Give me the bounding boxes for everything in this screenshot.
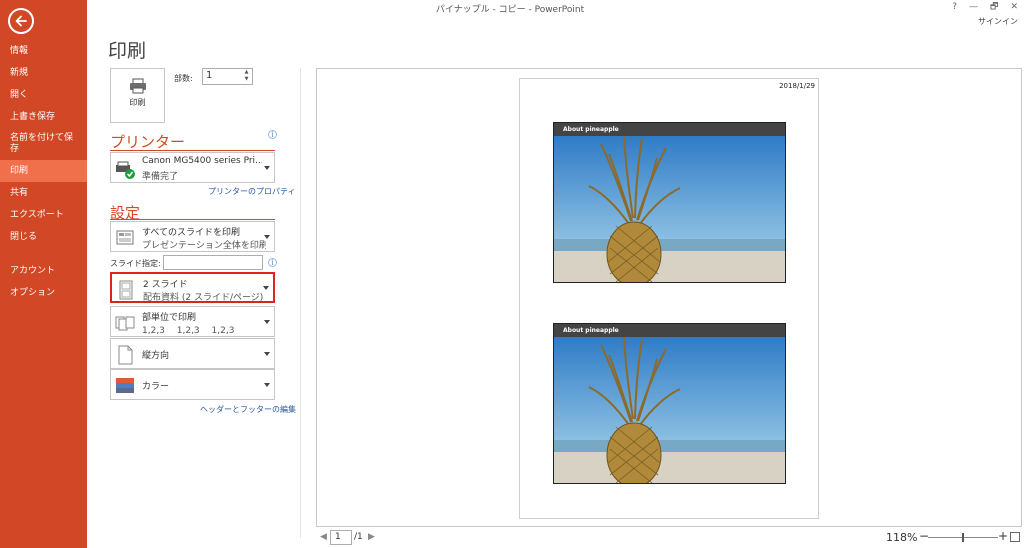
slide-spec-input[interactable] [163, 255, 263, 270]
print-preview: 2018/1/29 About pineapple About pineappl… [316, 68, 1022, 527]
printer-ready-icon [116, 161, 135, 179]
collate-icon [115, 316, 135, 331]
chevron-down-icon [264, 319, 270, 324]
printer-info-icon[interactable]: i [268, 130, 277, 139]
collate-title: 部単位で印刷 [142, 313, 197, 323]
nav-item-export[interactable]: エクスポート [0, 204, 87, 226]
preview-slide: About pineapple [553, 323, 786, 484]
preview-status-bar: ◀ 1 /1 ▶ 118% − + [316, 528, 1024, 548]
color-label: カラー [142, 382, 170, 392]
nav-list: 情報 新規 開く 上書き保存 名前を付けて保存 印刷 共有 エクスポート 閉じる… [0, 40, 87, 304]
layout-dropdown[interactable]: 2 スライド 配布資料 (2 スライド/ページ) [110, 272, 275, 303]
nav-item-open[interactable]: 開く [0, 84, 87, 106]
slide-title: About pineapple [554, 324, 785, 337]
slide-spec-label: スライド指定: [110, 259, 161, 268]
copies-value: 1 [206, 70, 213, 81]
slide-range-desc: プレゼンテーション全体を印刷し... [142, 241, 266, 251]
color-swatch-icon [116, 378, 134, 393]
printer-dropdown[interactable]: Canon MG5400 series Pri... 準備完了 [110, 152, 275, 183]
slide-title: About pineapple [554, 123, 785, 136]
orientation-label: 縦方向 [142, 351, 170, 361]
zoom-level[interactable]: 118% [886, 531, 917, 544]
minimize-icon[interactable]: — [969, 0, 978, 14]
backstage-nav: 情報 新規 開く 上書き保存 名前を付けて保存 印刷 共有 エクスポート 閉じる… [0, 0, 87, 548]
nav-item-save-as[interactable]: 名前を付けて保存 [0, 128, 87, 160]
portrait-page-icon [118, 345, 133, 365]
nav-item-new[interactable]: 新規 [0, 62, 87, 84]
printer-status: 準備完了 [142, 172, 179, 182]
orientation-dropdown[interactable]: 縦方向 [110, 338, 275, 369]
zoom-slider-thumb[interactable] [962, 533, 964, 542]
nav-separator [0, 248, 87, 260]
printer-heading: プリンター [110, 133, 186, 151]
chevron-down-icon [264, 234, 270, 239]
nav-item-account[interactable]: アカウント [0, 260, 87, 282]
preview-date: 2018/1/29 [779, 82, 815, 90]
page-title: 印刷 [108, 40, 147, 62]
pineapple-photo [554, 136, 785, 282]
zoom-out-icon[interactable]: − [919, 529, 929, 543]
print-button[interactable]: 印刷 [110, 68, 165, 123]
prev-page-icon[interactable]: ◀ [320, 532, 327, 542]
handout-2-slides-icon [119, 280, 133, 300]
help-icon[interactable]: ? [952, 0, 957, 14]
slide-spec-info-icon[interactable]: i [268, 258, 277, 267]
zoom-to-page-icon[interactable] [1010, 532, 1020, 542]
nav-item-info[interactable]: 情報 [0, 40, 87, 62]
copies-spinner[interactable]: ▲ ▼ [242, 69, 251, 84]
preview-slide: About pineapple [553, 122, 786, 283]
preview-page: 2018/1/29 About pineapple About pineappl… [519, 78, 819, 519]
collate-desc: 1,2,3 1,2,3 1,2,3 [142, 326, 235, 336]
nav-item-options[interactable]: オプション [0, 282, 87, 304]
slides-all-icon [116, 230, 134, 245]
page-total: /1 [354, 532, 363, 542]
close-icon[interactable]: ✕ [1010, 0, 1018, 14]
restore-icon[interactable]: 🗗 [990, 0, 998, 14]
copies-input[interactable]: 1 ▲ ▼ [202, 68, 253, 85]
copies-label: 部数: [174, 74, 193, 83]
panel-divider [300, 68, 301, 538]
nav-item-share[interactable]: 共有 [0, 182, 87, 204]
nav-item-close[interactable]: 閉じる [0, 226, 87, 248]
header-footer-link[interactable]: ヘッダーとフッターの編集 [200, 404, 296, 415]
printer-name: Canon MG5400 series Pri... [142, 156, 262, 166]
zoom-in-icon[interactable]: + [998, 529, 1008, 543]
next-page-icon[interactable]: ▶ [368, 532, 375, 542]
page-number-input[interactable]: 1 [330, 530, 352, 545]
collate-dropdown[interactable]: 部単位で印刷 1,2,3 1,2,3 1,2,3 [110, 306, 275, 337]
chevron-down-icon [263, 285, 269, 290]
printer-properties-link[interactable]: プリンターのプロパティ [208, 186, 296, 197]
chevron-down-icon [264, 351, 270, 356]
print-button-label: 印刷 [129, 98, 146, 107]
nav-item-print[interactable]: 印刷 [0, 160, 87, 182]
layout-desc: 配布資料 (2 スライド/ページ) [143, 293, 264, 303]
printer-icon [130, 78, 146, 94]
printer-heading-rule [110, 150, 275, 151]
signin-link[interactable]: サインイン [978, 16, 1018, 27]
back-arrow-glyph [15, 15, 27, 27]
settings-heading-rule [110, 219, 275, 220]
pineapple-photo [554, 337, 785, 483]
color-dropdown[interactable]: カラー [110, 369, 275, 400]
window-controls: ? — 🗗 ✕ [952, 0, 1018, 14]
slide-range-dropdown[interactable]: すべてのスライドを印刷 プレゼンテーション全体を印刷し... [110, 221, 275, 252]
nav-item-save[interactable]: 上書き保存 [0, 106, 87, 128]
window-title: パイナップル - コピー - PowerPoint [435, 5, 585, 15]
back-arrow-icon[interactable] [8, 8, 34, 34]
chevron-down-icon [264, 165, 270, 170]
chevron-down-icon [264, 382, 270, 387]
layout-title: 2 スライド [143, 280, 188, 290]
slide-range-title: すべてのスライドを印刷 [142, 228, 241, 238]
